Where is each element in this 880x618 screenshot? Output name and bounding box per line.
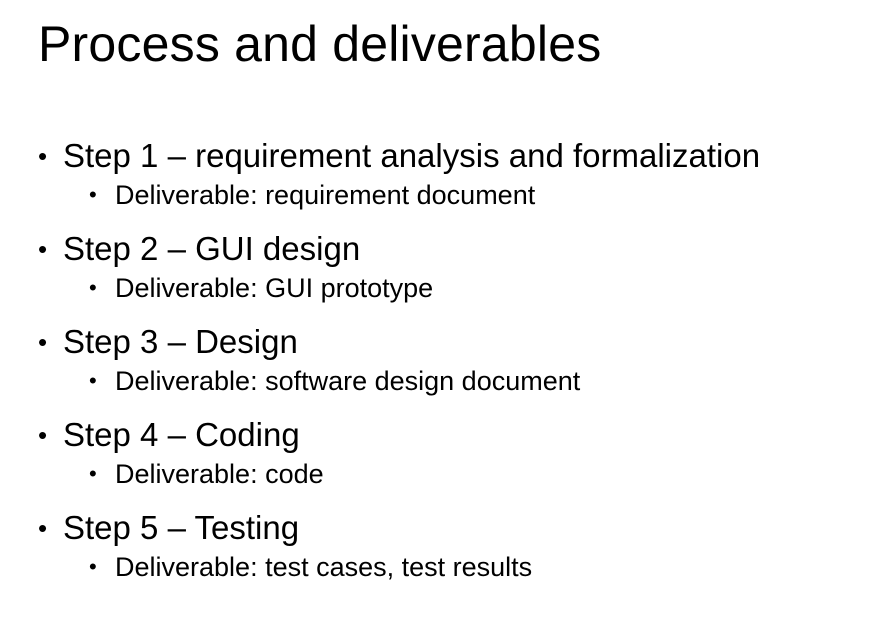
sub-bullet-icon: • bbox=[89, 461, 97, 486]
bullet-icon: • bbox=[38, 327, 48, 357]
deliverable-label: Deliverable: software design document bbox=[115, 366, 581, 396]
sub-bullet-icon: • bbox=[89, 182, 97, 207]
deliverable-label: Deliverable: requirement document bbox=[115, 180, 536, 210]
deliverable-line: • Deliverable: software design document bbox=[38, 364, 874, 413]
step-label: Step 4 – Coding bbox=[63, 416, 300, 453]
step-line: • Step 2 – GUI design bbox=[38, 227, 874, 271]
step-item: • Step 3 – Design • Deliverable: softwar… bbox=[38, 320, 874, 413]
step-line: • Step 1 – requirement analysis and form… bbox=[38, 134, 874, 178]
deliverable-line: • Deliverable: requirement document bbox=[38, 178, 874, 227]
deliverable-label: Deliverable: code bbox=[115, 459, 324, 489]
step-item: • Step 1 – requirement analysis and form… bbox=[38, 134, 874, 227]
deliverable-label: Deliverable: test cases, test results bbox=[115, 552, 533, 582]
step-label: Step 1 – requirement analysis and formal… bbox=[63, 137, 761, 174]
step-item: • Step 4 – Coding • Deliverable: code bbox=[38, 413, 874, 506]
step-label: Step 3 – Design bbox=[63, 323, 298, 360]
step-item: • Step 2 – GUI design • Deliverable: GUI… bbox=[38, 227, 874, 320]
sub-bullet-icon: • bbox=[89, 368, 97, 393]
step-label: Step 5 – Testing bbox=[63, 509, 300, 546]
step-label: Step 2 – GUI design bbox=[63, 230, 361, 267]
sub-bullet-icon: • bbox=[89, 275, 97, 300]
deliverable-line: • Deliverable: test cases, test results bbox=[38, 550, 874, 599]
bullet-icon: • bbox=[38, 420, 48, 450]
deliverable-label: Deliverable: GUI prototype bbox=[115, 273, 434, 303]
step-item: • Step 5 – Testing • Deliverable: test c… bbox=[38, 506, 874, 599]
sub-bullet-icon: • bbox=[89, 554, 97, 579]
bullet-icon: • bbox=[38, 141, 48, 171]
slide-title: Process and deliverables bbox=[38, 16, 602, 72]
step-line: • Step 4 – Coding bbox=[38, 413, 874, 457]
deliverable-line: • Deliverable: code bbox=[38, 457, 874, 506]
bullet-icon: • bbox=[38, 234, 48, 264]
deliverable-line: • Deliverable: GUI prototype bbox=[38, 271, 874, 320]
bullet-list: • Step 1 – requirement analysis and form… bbox=[38, 134, 874, 599]
step-line: • Step 5 – Testing bbox=[38, 506, 874, 550]
bullet-icon: • bbox=[38, 513, 48, 543]
step-line: • Step 3 – Design bbox=[38, 320, 874, 364]
slide: Process and deliverables • Step 1 – requ… bbox=[0, 0, 880, 618]
